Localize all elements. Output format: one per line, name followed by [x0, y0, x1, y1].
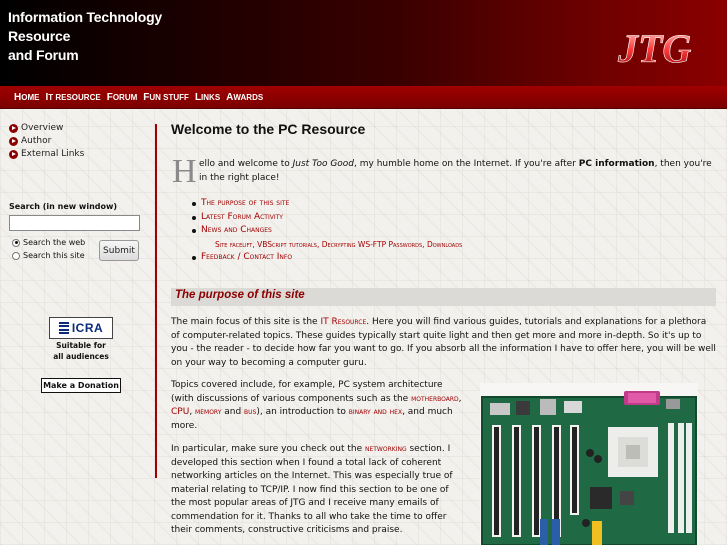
main-nav: Home IT Resource Forum Fun Stuff Links A… [0, 86, 727, 109]
toc-link-forum-activity[interactable]: Latest Forum Activity [191, 211, 462, 225]
toc-sublink[interactable]: Decrypting WS-FTP Passwords [322, 240, 422, 249]
sidebar: Overview Author External Links Search (i… [0, 109, 155, 545]
nav-awards[interactable]: Awards [226, 92, 263, 103]
section-heading-text: The purpose of this site [175, 289, 305, 301]
donate-button[interactable]: Make a Donation [41, 378, 121, 393]
radio-dot[interactable] [12, 238, 20, 247]
topics-paragraph: Topics covered include, for example, PC … [171, 379, 466, 433]
content-divider [155, 124, 157, 478]
section-heading: The purpose of this site [171, 288, 716, 306]
table-of-contents: The purpose of this site Latest Forum Ac… [191, 197, 463, 265]
icra-caption: Suitable for [56, 341, 106, 350]
logo-text: JTG [617, 26, 691, 71]
page-title: Welcome to the PC Resource [171, 121, 366, 137]
radio-search-site[interactable]: Search this site [12, 251, 85, 260]
sidebar-link-label: Overview [21, 123, 64, 133]
link-binary-hex[interactable]: binary and hex [349, 407, 402, 417]
site-header: Information Technology Resource and Foru… [0, 0, 727, 86]
sidebar-link-overview[interactable]: Overview [9, 123, 63, 133]
link-it-resource[interactable]: IT Resource [320, 317, 366, 327]
arrow-bullet-icon [9, 136, 18, 146]
nav-fun-stuff[interactable]: Fun Stuff [143, 92, 189, 103]
radio-label: Search this site [23, 251, 85, 260]
sidebar-link-label: External Links [21, 149, 85, 159]
toc-sublinks: Site facelift, VBScript tutorials, Decry… [215, 239, 463, 249]
toc-sublink[interactable]: Downloads [427, 240, 462, 249]
intro-paragraph: ello and welcome to Just Too Good, my hu… [199, 158, 715, 185]
toc-sublink[interactable]: VBScript tutorials [257, 240, 317, 249]
arrow-bullet-icon [9, 149, 18, 159]
text: The main focus of this site is the [171, 317, 321, 327]
text: In particular, make sure you check out t… [171, 444, 365, 454]
text: and [221, 407, 245, 417]
toc-link-purpose[interactable]: The purpose of this site [191, 197, 462, 211]
link-networking[interactable]: networking [365, 444, 407, 454]
link-cpu[interactable]: CPU [171, 407, 189, 417]
nav-it-resource[interactable]: IT Resource [45, 92, 100, 103]
arrow-bullet-icon [9, 123, 18, 133]
nav-forum[interactable]: Forum [107, 92, 138, 103]
text: , my humble home on the Internet. If you… [354, 159, 579, 169]
site-name: Just Too Good [292, 159, 355, 169]
toc-sublink[interactable]: Site facelift [215, 240, 252, 249]
jtg-logo[interactable]: JTG [614, 14, 694, 76]
link-motherboard[interactable]: motherboard [411, 394, 459, 404]
sidebar-link-label: Author [21, 136, 52, 146]
networking-paragraph: In particular, make sure you check out t… [171, 443, 466, 538]
site-title: Information Technology Resource and Foru… [8, 8, 162, 65]
nav-links[interactable]: Links [195, 92, 220, 103]
radio-search-web[interactable]: Search the web [12, 238, 85, 247]
icra-badge[interactable]: ICRA [49, 317, 113, 339]
toc-link-news[interactable]: News and Changes [191, 224, 462, 238]
text: , [458, 393, 462, 404]
site-title-line: Information Technology [8, 9, 163, 25]
radio-dot[interactable] [12, 251, 20, 260]
text: ello and welcome to [199, 159, 293, 169]
submit-button[interactable]: Submit [99, 240, 139, 261]
text: section. I developed this section when I… [171, 444, 453, 535]
link-memory[interactable]: memory [195, 407, 221, 417]
site-title-line: Resource [8, 28, 71, 44]
radio-label: Search the web [23, 238, 86, 247]
sidebar-link-author[interactable]: Author [9, 136, 51, 146]
purpose-paragraph: The main focus of this site is the IT Re… [171, 316, 716, 370]
dropcap: H [172, 153, 197, 190]
site-title-line: and Forum [8, 47, 79, 63]
emphasis: PC information [578, 159, 655, 169]
sidebar-link-external-links[interactable]: External Links [9, 149, 84, 159]
link-bus[interactable]: bus [244, 407, 256, 417]
text: ), an introduction to [256, 407, 349, 417]
icra-logo-icon [58, 322, 69, 334]
text: Topics covered include, for example, PC … [171, 380, 443, 404]
nav-home[interactable]: Home [14, 92, 39, 103]
icra-caption: all audiences [53, 352, 109, 361]
search-label: Search (in new window) [9, 202, 118, 211]
motherboard-image [480, 383, 698, 545]
toc-link-feedback[interactable]: Feedback / Contact Info [191, 251, 462, 265]
icra-badge-text: ICRA [71, 321, 104, 335]
search-input[interactable] [9, 215, 140, 231]
